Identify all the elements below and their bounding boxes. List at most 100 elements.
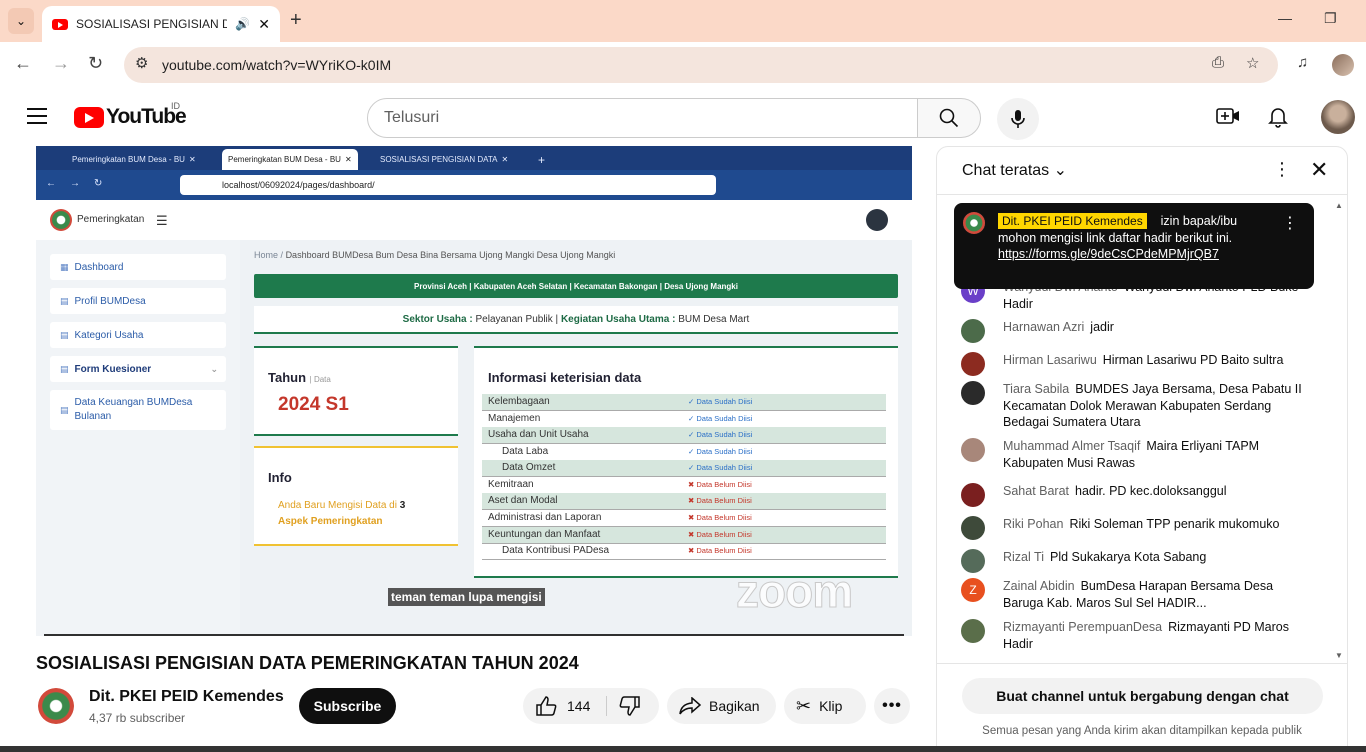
notifications-bell-icon[interactable]: [1268, 106, 1288, 133]
bookmark-star-icon[interactable]: ☆: [1246, 54, 1259, 72]
chat-message-text: jadir: [1090, 320, 1114, 334]
new-tab-button[interactable]: +: [290, 9, 302, 32]
speaker-icon[interactable]: 🔊: [235, 17, 250, 31]
chat-author-name[interactable]: Rizmayanti PerempuanDesa: [1003, 620, 1162, 634]
sidebar-item-profil: ▤ Profil BUMDesa: [50, 288, 226, 314]
browser-tab[interactable]: SOSIALISASI PENGISIAN DA 🔊 ✕: [42, 6, 280, 42]
browser-toolbar: ← → ↻ youtube.com/watch?v=WYriKO-k0IM ⚙ …: [0, 42, 1366, 88]
chat-author-name[interactable]: Tiara Sabila: [1003, 382, 1069, 396]
chat-more-icon[interactable]: ⋮: [1273, 159, 1291, 180]
back-icon[interactable]: ←: [14, 53, 32, 74]
tab-search-button[interactable]: ⌄: [8, 8, 34, 34]
shared-url-bar: localhost/06092024/pages/dashboard/: [180, 175, 716, 195]
chat-author-name[interactable]: Zainal Abidin: [1003, 579, 1075, 593]
more-actions-button[interactable]: •••: [874, 688, 910, 724]
chat-author-avatar[interactable]: [961, 619, 985, 643]
chat-author-name[interactable]: Riki Pohan: [1003, 517, 1063, 531]
chat-author-avatar[interactable]: [961, 381, 985, 405]
browser-profile-avatar[interactable]: [1332, 54, 1354, 76]
video-player[interactable]: Pemeringkatan BUM Desa - BU ✕ Pemeringka…: [36, 146, 912, 636]
search-input[interactable]: Telusuri: [367, 98, 918, 138]
install-app-icon[interactable]: ⎙: [1212, 54, 1224, 71]
channel-name[interactable]: Dit. PKEI PEID Kemendes: [89, 688, 284, 706]
sektor-bar: Sektor Usaha : Pelayanan Publik | Kegiat…: [254, 306, 898, 334]
forward-icon[interactable]: →: [52, 53, 70, 74]
scroll-up-icon[interactable]: ▲: [1335, 201, 1343, 210]
sidebar-item-kategori: ▤ Kategori Usaha: [50, 322, 226, 348]
like-button[interactable]: 144: [535, 696, 590, 716]
youtube-logo[interactable]: YouTube ID: [74, 101, 187, 129]
share-button[interactable]: Bagikan: [667, 688, 776, 724]
shared-tab-3: SOSIALISASI PENGISIAN DATA ✕: [380, 155, 509, 164]
chat-author-avatar[interactable]: [961, 549, 985, 573]
tab-title: SOSIALISASI PENGISIAN DA: [76, 17, 228, 31]
chat-author-name[interactable]: Sahat Barat: [1003, 484, 1069, 498]
app-user-avatar: [866, 209, 888, 231]
reload-icon[interactable]: ↻: [88, 53, 103, 74]
chat-author-name[interactable]: Harnawan Azri: [1003, 320, 1084, 334]
account-avatar[interactable]: [1321, 100, 1355, 134]
create-video-icon[interactable]: [1216, 106, 1240, 131]
scroll-down-icon[interactable]: ▼: [1335, 651, 1343, 660]
menu-icon[interactable]: [27, 108, 47, 124]
chat-message: Rizal Ti Pld Sukakarya Kota Sabang: [961, 549, 1341, 573]
country-code: ID: [171, 101, 180, 111]
chat-author-avatar[interactable]: [961, 516, 985, 540]
shared-reload-icon: ↻: [94, 178, 103, 189]
app-name: Pemeringkatan: [77, 214, 145, 225]
thumbs-up-icon: [536, 696, 557, 716]
table-icon: ▤: [60, 329, 69, 340]
minimize-icon[interactable]: —: [1278, 10, 1292, 26]
url-text: youtube.com/watch?v=WYriKO-k0IM: [162, 57, 392, 73]
chat-author-avatar[interactable]: [961, 483, 985, 507]
scissors-icon: ✂: [796, 695, 812, 716]
microphone-icon: [1011, 110, 1025, 128]
chat-message: Tiara Sabila BUMDES Jaya Bersama, Desa Pa…: [961, 381, 1341, 431]
pinned-link[interactable]: https://forms.gle/9deCsCPdeMPMjrQB7: [998, 247, 1219, 261]
clip-button[interactable]: ✂ Klip: [784, 688, 866, 724]
search-button[interactable]: [917, 98, 981, 138]
channel-avatar[interactable]: [38, 688, 74, 724]
chat-message: Sahat Barat hadir. PD kec.doloksanggul: [961, 483, 1341, 507]
chat-header: Chat teratas ⌄ ⋮ ✕: [937, 147, 1347, 195]
table-icon: ▤: [60, 295, 69, 306]
tahun-card: Tahun | Data 2024 S1: [254, 346, 458, 436]
dislike-button[interactable]: [619, 696, 641, 719]
close-tab-icon[interactable]: ✕: [258, 16, 270, 33]
chat-author-name[interactable]: Muhammad Almer Tsaqif: [1003, 439, 1140, 453]
site-info-icon[interactable]: ⚙: [135, 54, 148, 72]
chat-author-name[interactable]: Hirman Lasariwu: [1003, 353, 1097, 367]
pinned-author-avatar: [963, 212, 985, 234]
app-sidebar: ▦ Dashboard ▤ Profil BUMDesa ▤ Kategori Usa…: [42, 240, 240, 636]
chat-footer-note: Semua pesan yang Anda kirim akan ditampi…: [982, 725, 1302, 737]
chat-mode-dropdown[interactable]: Chat teratas ⌄: [962, 160, 1067, 180]
data-row: Keuntungan dan Manfaat ✖ Data Belum Diisi: [482, 527, 886, 544]
chat-author-avatar[interactable]: [961, 352, 985, 376]
create-channel-button[interactable]: Buat channel untuk bergabung dengan chat: [962, 678, 1323, 714]
pinned-more-icon[interactable]: ⋮: [1282, 213, 1298, 233]
video-progress-bar[interactable]: [44, 634, 904, 636]
taskbar-edge: [0, 746, 1366, 752]
shared-tab-2: Pemeringkatan BUM Desa - BU ✕: [222, 149, 358, 170]
chat-author-avatar[interactable]: [961, 319, 985, 343]
chat-message: Riki Pohan Riki Soleman TPP penarik mukom…: [961, 516, 1341, 540]
chat-author-avatar[interactable]: Z: [961, 578, 985, 602]
zoom-watermark: zoom: [735, 565, 853, 618]
search-icon: [939, 108, 959, 128]
media-control-icon[interactable]: ♫: [1297, 54, 1308, 71]
pinned-author: Dit. PKEI PEID Kemendes: [998, 213, 1147, 229]
voice-search-button[interactable]: [997, 98, 1039, 140]
chat-author-avatar[interactable]: [961, 438, 985, 462]
restore-icon[interactable]: ❐: [1324, 10, 1337, 27]
data-row: Data Kontribusi PADesa ✖ Data Belum Diisi: [482, 543, 886, 560]
chat-author-name[interactable]: Rizal Ti: [1003, 550, 1044, 564]
data-row: Administrasi dan Laporan ✖ Data Belum Dii…: [482, 510, 886, 527]
data-table-title: Informasi keterisian data: [488, 370, 642, 385]
subscribe-button[interactable]: Subscribe: [299, 688, 396, 724]
search-placeholder: Telusuri: [384, 109, 440, 126]
chat-messages: WWahyudi Dwi AnantoWahyudi Dwi Ananto PL…: [937, 195, 1347, 663]
close-chat-icon[interactable]: ✕: [1310, 157, 1328, 183]
address-bar[interactable]: youtube.com/watch?v=WYriKO-k0IM: [124, 47, 1278, 83]
sidebar-item-kuesioner: ▤ Form Kuesioner ⌄: [50, 356, 226, 382]
form-icon: ▤: [60, 363, 69, 374]
